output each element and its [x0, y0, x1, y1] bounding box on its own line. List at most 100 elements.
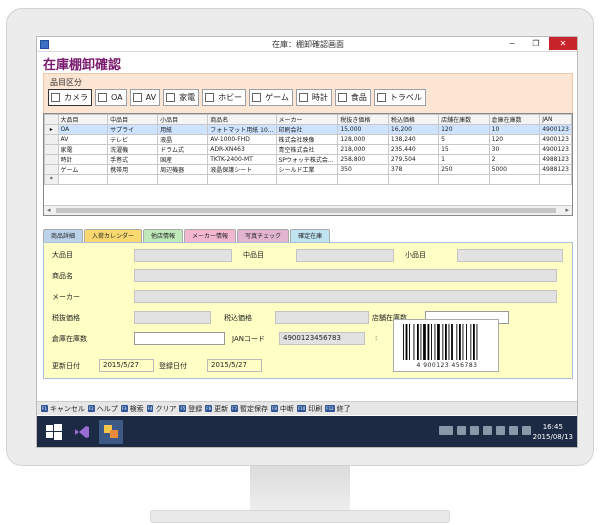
function-key-button[interactable]: F8 中断	[271, 404, 294, 414]
table-cell[interactable]: 液晶保護シート	[207, 164, 277, 175]
checkbox-icon[interactable]	[376, 93, 386, 102]
table-cell[interactable]: 4900123	[539, 144, 572, 155]
table-cell[interactable]	[157, 174, 209, 185]
table-row[interactable]: ▸ OA サプライ 用紙 フォトマット用紙 10... 印刷会社 15,000 16,200 1…	[44, 124, 572, 135]
column-header[interactable]: 小品目	[157, 114, 209, 125]
table-cell[interactable]: 用紙	[157, 124, 209, 135]
column-header[interactable]: メーカー	[275, 114, 339, 125]
table-row[interactable]: 家電 洗濯機 ドラム式 ADR-XN463 青空株式会社 218,000 235,440 15…	[44, 144, 572, 155]
checkbox-icon[interactable]	[252, 93, 262, 102]
table-cell[interactable]: テレビ	[107, 134, 159, 145]
visual-studio-icon[interactable]	[73, 423, 91, 441]
row-header[interactable]: *	[44, 174, 59, 185]
table-cell[interactable]: 4900123	[539, 134, 572, 145]
function-key-button[interactable]: F12 終了	[325, 404, 351, 414]
middle-field[interactable]	[296, 249, 394, 262]
table-cell[interactable]: 手巻式	[107, 154, 159, 165]
price-ex-field[interactable]	[134, 311, 211, 324]
detail-tab[interactable]: メーカー情報	[184, 229, 237, 242]
table-cell[interactable]: 16,200	[387, 124, 440, 135]
table-cell[interactable]: シールド工業	[275, 164, 339, 175]
restore-button[interactable]: ❐	[525, 37, 547, 50]
function-key-button[interactable]: F10 印刷	[296, 404, 322, 414]
table-row[interactable]: ゲーム 携帯用 周辺機器 液晶保護シート シールド工業 350 378 250 5000 4988…	[44, 164, 572, 175]
detail-tab[interactable]: 入荷カレンダー	[84, 229, 143, 242]
table-cell[interactable]: 15,000	[337, 124, 389, 135]
function-key-button[interactable]: F4 クリア	[146, 404, 176, 414]
table-cell[interactable]: 120	[438, 124, 490, 135]
table-cell[interactable]: 218,000	[337, 144, 389, 155]
table-cell[interactable]: 株式会社映像	[275, 134, 339, 145]
category-chip[interactable]: 食品	[334, 89, 371, 106]
row-header[interactable]	[44, 154, 59, 165]
table-cell[interactable]: ADR-XN463	[207, 144, 277, 155]
table-cell[interactable]: 印刷会社	[275, 124, 339, 135]
table-cell[interactable]	[107, 174, 159, 185]
app-taskbar-icon[interactable]	[99, 420, 123, 444]
column-header[interactable]: 大品目	[57, 114, 109, 125]
column-header[interactable]: 税抜き価格	[337, 114, 389, 125]
row-header[interactable]	[44, 144, 59, 155]
function-key-button[interactable]: F3 検索	[120, 404, 144, 414]
detail-tab[interactable]: 商品詳細	[43, 229, 84, 242]
column-header[interactable]: 倉庫在庫数	[488, 114, 541, 125]
table-cell[interactable]: 138,240	[387, 134, 440, 145]
checkbox-icon[interactable]	[98, 93, 107, 102]
name-field[interactable]	[134, 269, 557, 282]
checkbox-icon[interactable]	[298, 93, 308, 102]
table-cell[interactable]: 378	[387, 164, 440, 175]
table-cell[interactable]	[207, 174, 277, 185]
tray-icon-2[interactable]	[470, 426, 479, 435]
tray-icon-6[interactable]	[522, 426, 531, 435]
function-key-button[interactable]: F7 暫定保存	[231, 404, 268, 414]
category-chip[interactable]: ホビー	[202, 89, 247, 106]
category-chip[interactable]: 家電	[163, 89, 200, 106]
column-header[interactable]: 店舗在庫数	[438, 114, 490, 125]
table-cell[interactable]: 5000	[488, 164, 541, 175]
table-cell[interactable]: 128,000	[337, 134, 389, 145]
function-key-button[interactable]: F6 更新	[205, 404, 228, 414]
table-cell[interactable]: 15	[438, 144, 490, 155]
table-cell[interactable]: 2	[488, 154, 541, 165]
price-in-field[interactable]	[275, 311, 369, 324]
table-cell[interactable]	[337, 174, 389, 185]
horizontal-scrollbar[interactable]: ◂ ▸	[44, 205, 572, 215]
keyboard-icon[interactable]	[439, 426, 453, 435]
scrollbar-thumb[interactable]	[56, 208, 556, 213]
category-chip[interactable]: OA	[95, 89, 127, 106]
category-chip[interactable]: カメラ	[48, 89, 92, 106]
checkbox-icon[interactable]	[132, 93, 142, 102]
table-cell[interactable]: 周辺機器	[157, 164, 209, 175]
table-cell[interactable]: OA	[57, 124, 109, 135]
table-cell[interactable]: 4988123	[539, 154, 572, 165]
table-cell[interactable]: 4900123	[539, 124, 572, 135]
table-cell[interactable]: 258,800	[337, 154, 389, 165]
major-field[interactable]	[134, 249, 232, 262]
table-cell[interactable]: 家電	[57, 144, 109, 155]
table-cell[interactable]: サプライ	[107, 124, 159, 135]
scroll-left-icon[interactable]: ◂	[47, 206, 51, 214]
column-header[interactable]: JAN	[539, 114, 572, 125]
taskbar-clock[interactable]: 16:45 2015/08/13	[533, 422, 573, 442]
detail-tab[interactable]: 他店情報	[143, 229, 184, 242]
table-cell[interactable]: 10	[488, 124, 541, 135]
table-row[interactable]: AV テレビ 液晶 AV-1000-FHD 株式会社映像 128,000 138,240 5 1…	[44, 134, 572, 145]
checkbox-icon[interactable]	[337, 93, 347, 102]
table-cell[interactable]: 235,440	[387, 144, 440, 155]
table-cell[interactable]: 120	[488, 134, 541, 145]
category-chip[interactable]: AV	[129, 89, 161, 106]
table-cell[interactable]: 液晶	[157, 134, 209, 145]
table-cell[interactable]: 5	[438, 134, 490, 145]
table-cell[interactable]: AV-1000-FHD	[207, 134, 277, 145]
category-chip[interactable]: 時計	[295, 89, 332, 106]
column-header[interactable]: 税込価格	[387, 114, 440, 125]
table-cell[interactable]: ドラム式	[157, 144, 209, 155]
column-header[interactable]: 商品名	[207, 114, 277, 125]
table-cell[interactable]: ゲーム	[57, 164, 109, 175]
jan-field[interactable]: 4900123456783	[279, 332, 365, 345]
table-row[interactable]: 時計 手巻式 国産 TKTK-2400-MT SPウォッチ株式会... 258,800 27…	[44, 154, 572, 165]
table-cell[interactable]: SPウォッチ株式会...	[275, 154, 339, 165]
warehouse-stock-field[interactable]	[134, 332, 225, 345]
column-header[interactable]: 中品目	[107, 114, 159, 125]
tray-icon-3[interactable]	[483, 426, 492, 435]
